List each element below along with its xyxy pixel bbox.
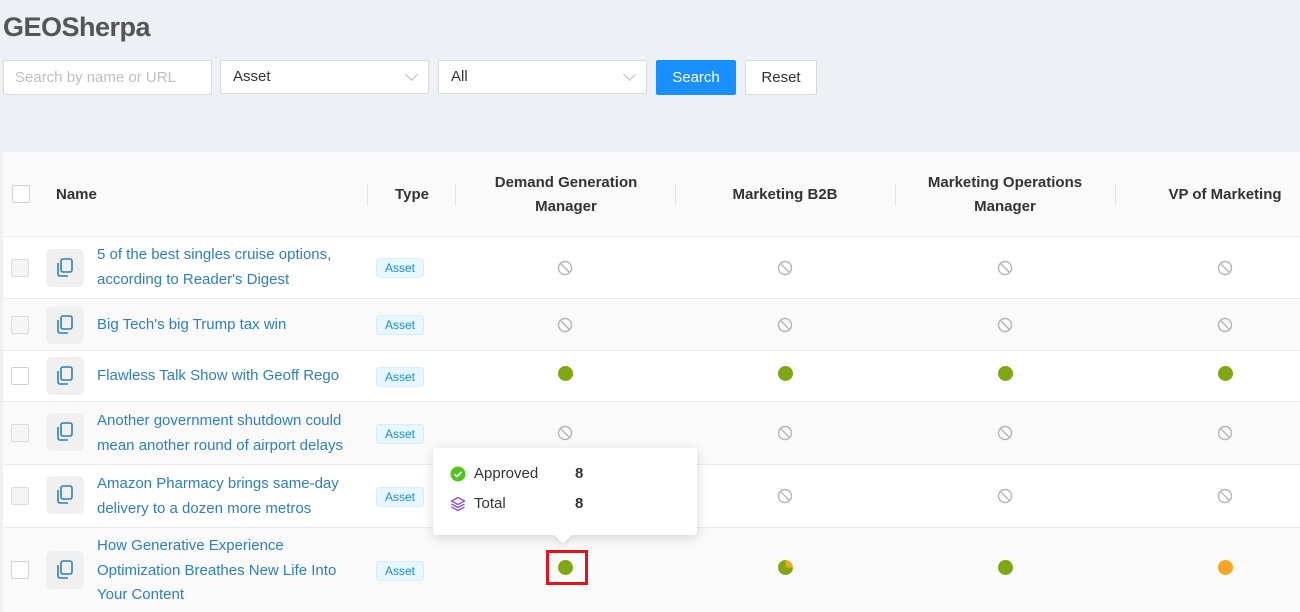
type-tag: Asset [376, 487, 425, 507]
table-row[interactable]: Flawless Talk Show with Geoff Rego Asset [3, 351, 1300, 402]
ban-icon[interactable] [555, 315, 575, 335]
copy-document-icon [46, 413, 84, 451]
column-header-name[interactable]: Name [56, 152, 97, 237]
status-popover: Approved 8 Total 8 [433, 448, 697, 535]
status-dot-partial[interactable] [775, 557, 795, 577]
type-tag: Asset [376, 258, 425, 278]
asset-name-link[interactable]: Big Tech's big Trump tax win [97, 313, 367, 338]
status-dot-approved[interactable] [775, 363, 795, 383]
table-row[interactable]: How Generative Experience Optimization B… [3, 528, 1300, 612]
copy-document-icon [46, 551, 84, 589]
row-checkbox[interactable] [11, 561, 29, 579]
chevron-down-icon [623, 68, 636, 81]
column-divider [455, 184, 456, 206]
column-divider [895, 184, 896, 206]
column-divider [1115, 184, 1116, 206]
asset-name-link[interactable]: Flawless Talk Show with Geoff Rego [97, 364, 367, 389]
type-select-value: Asset [233, 68, 271, 85]
ban-icon[interactable] [775, 258, 795, 278]
status-dot-approved[interactable] [555, 363, 575, 383]
column-header-persona-1[interactable]: Demand Generation Manager [480, 152, 652, 237]
status-dot-approved[interactable] [995, 363, 1015, 383]
column-header-persona-3[interactable]: Marketing Operations Manager [915, 152, 1095, 237]
column-header-persona-4[interactable]: VP of Marketing [1135, 152, 1300, 237]
assets-table: Name Type Demand Generation Manager Mark… [3, 152, 1300, 612]
ban-icon[interactable] [775, 486, 795, 506]
asset-name-link[interactable]: How Generative Experience Optimization B… [97, 534, 367, 608]
copy-document-icon [46, 249, 84, 287]
ban-icon[interactable] [995, 486, 1015, 506]
status-select-value: All [451, 68, 468, 85]
status-dot-approved[interactable] [1215, 363, 1235, 383]
copy-document-icon [46, 357, 84, 395]
column-divider [675, 184, 676, 206]
asset-name-link[interactable]: 5 of the best singles cruise options, ac… [97, 243, 367, 292]
ban-icon[interactable] [775, 315, 795, 335]
status-select[interactable]: All [438, 60, 647, 94]
copy-document-icon [46, 306, 84, 344]
total-count: 8 [575, 495, 584, 512]
type-tag: Asset [376, 424, 425, 444]
ban-icon[interactable] [1215, 315, 1235, 335]
ban-icon[interactable] [995, 315, 1015, 335]
row-checkbox[interactable] [11, 424, 29, 442]
layers-icon [450, 496, 466, 512]
chevron-down-icon [405, 68, 418, 81]
row-checkbox[interactable] [11, 487, 29, 505]
search-input[interactable] [3, 60, 212, 95]
ban-icon[interactable] [995, 258, 1015, 278]
row-checkbox[interactable] [11, 367, 29, 385]
table-row[interactable]: 5 of the best singles cruise options, ac… [3, 237, 1300, 299]
search-button[interactable]: Search [656, 60, 736, 95]
column-header-persona-2[interactable]: Marketing B2B [695, 152, 875, 237]
status-dot-pending[interactable] [1215, 557, 1235, 577]
type-select[interactable]: Asset [220, 60, 429, 94]
approved-label: Approved [474, 465, 539, 482]
type-tag: Asset [376, 315, 425, 335]
ban-icon[interactable] [1215, 423, 1235, 443]
type-tag: Asset [376, 367, 425, 387]
ban-icon[interactable] [995, 423, 1015, 443]
copy-document-icon [46, 476, 84, 514]
table-header: Name Type Demand Generation Manager Mark… [3, 152, 1300, 237]
check-circle-icon [450, 466, 466, 482]
highlight-box [546, 550, 588, 585]
reset-button[interactable]: Reset [745, 60, 817, 95]
app-title: GEOSherpa [3, 12, 151, 42]
row-checkbox[interactable] [11, 316, 29, 334]
ban-icon[interactable] [775, 423, 795, 443]
type-tag: Asset [376, 561, 425, 581]
ban-icon[interactable] [1215, 258, 1235, 278]
column-header-type[interactable]: Type [368, 152, 456, 237]
ban-icon[interactable] [1215, 486, 1235, 506]
total-label: Total [474, 495, 506, 512]
ban-icon[interactable] [555, 423, 575, 443]
asset-name-link[interactable]: Another government shutdown could mean a… [97, 409, 367, 458]
select-all-checkbox[interactable] [12, 185, 30, 203]
approved-count: 8 [575, 465, 584, 482]
table-row[interactable]: Big Tech's big Trump tax win Asset [3, 299, 1300, 351]
row-checkbox[interactable] [11, 259, 29, 277]
asset-name-link[interactable]: Amazon Pharmacy brings same-day delivery… [97, 472, 367, 521]
ban-icon[interactable] [555, 258, 575, 278]
status-dot-approved[interactable] [995, 557, 1015, 577]
